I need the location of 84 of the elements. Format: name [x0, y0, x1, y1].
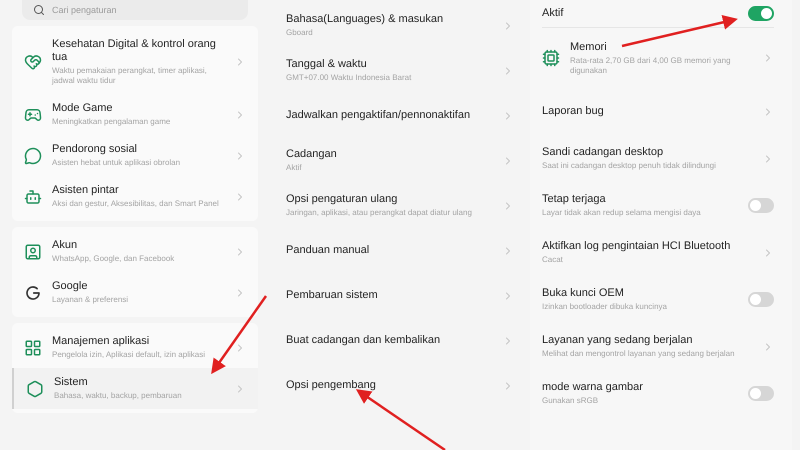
item-title: Akun: [52, 239, 78, 252]
settings-item[interactable]: Pendorong sosial Asisten hebat untuk aplikasi obrolan: [12, 135, 258, 176]
grid-icon: [24, 338, 42, 356]
item-title: Google: [52, 280, 88, 293]
item-subtitle: Cacat: [542, 255, 564, 265]
item-title: Memori: [570, 40, 608, 54]
toggle-switch[interactable]: [748, 6, 774, 21]
item-title: Manajemen aplikasi: [52, 335, 150, 348]
hexagon-icon: [26, 380, 44, 398]
item-title: Asisten pintar: [52, 184, 120, 197]
item-title: Kesehatan Digital & kontrol orang tua: [52, 38, 217, 64]
settings-item[interactable]: Panduan manual: [286, 228, 514, 273]
item-subtitle: Asisten hebat untuk aplikasi obrolan: [52, 158, 182, 168]
toggle-switch[interactable]: [748, 198, 774, 213]
settings-item[interactable]: mode warna gambar Gunakan sRGB: [542, 370, 774, 417]
item-title: mode warna gambar: [542, 381, 644, 394]
settings-item[interactable]: Layanan yang sedang berjalan Melihat dan mengontrol layanan yang sedang berjalan: [542, 323, 774, 370]
item-title: Buka kunci OEM: [542, 287, 625, 300]
settings-item[interactable]: Google Layanan & preferensi: [12, 272, 258, 313]
item-title: Aktif: [542, 6, 564, 22]
settings-item[interactable]: Manajemen aplikasi Pengelola izin, Aplikasi default, izin aplikasi: [12, 327, 258, 368]
item-title: Sandi cadangan desktop: [542, 146, 664, 159]
item-title: Pembaruan sistem: [286, 289, 379, 302]
item-title: Opsi pengembang: [286, 379, 377, 392]
item-subtitle: Meningkatkan pengalaman game: [52, 117, 172, 127]
item-title: Layanan yang sedang berjalan: [542, 334, 694, 347]
item-title: Opsi pengaturan ulang: [286, 193, 398, 206]
settings-item[interactable]: Opsi pengembang: [286, 363, 514, 408]
settings-item[interactable]: Tetap terjaga Layar tidak akan redup selama mengisi daya: [542, 182, 774, 229]
item-subtitle: Melihat dan mengontrol layanan yang sedang berjalan: [542, 349, 736, 359]
settings-item[interactable]: Akun WhatsApp, Google, dan Facebook: [12, 231, 258, 272]
toggle-switch[interactable]: [748, 292, 774, 307]
item-subtitle: Layar tidak akan redup selama mengisi daya: [542, 208, 702, 218]
item-title: Panduan manual: [286, 244, 370, 257]
settings-item[interactable]: Memori Rata-rata 2,70 GB dari 4,00 GB memori yang digunakan: [542, 28, 774, 88]
item-subtitle: WhatsApp, Google, dan Facebook: [52, 254, 176, 264]
item-title: Tanggal & waktu: [286, 58, 368, 71]
item-title: Aktifkan log pengintaian HCI Bluetooth: [542, 240, 732, 253]
item-title: Laporan bug: [542, 105, 605, 118]
settings-item[interactable]: Sistem Bahasa, waktu, backup, pembaruan: [12, 368, 258, 409]
settings-item[interactable]: Kesehatan Digital & kontrol orang tua Waktu pemakaian perangkat, timer aplikasi, jadwal waktu tidur: [12, 30, 258, 94]
item-title: Sistem: [54, 376, 89, 389]
health-icon: [24, 53, 42, 71]
settings-item[interactable]: Laporan bug: [542, 88, 774, 135]
item-subtitle: Saat ini cadangan desktop penuh tidak dilindungi: [542, 161, 717, 171]
settings-item[interactable]: Bahasa(Languages) & masukan Gboard: [286, 3, 514, 48]
item-title: Tetap terjaga: [542, 193, 607, 206]
item-subtitle: Pengelola izin, Aplikasi default, izin aplikasi: [52, 350, 206, 360]
item-subtitle: Layanan & preferensi: [52, 295, 130, 305]
item-subtitle: Izinkan bootloader dibuka kuncinya: [542, 302, 668, 312]
item-title: Pendorong sosial: [52, 143, 138, 156]
settings-item[interactable]: Mode Game Meningkatkan pengalaman game: [12, 94, 258, 135]
search-icon: [33, 4, 45, 16]
item-subtitle: Jaringan, aplikasi, atau perangkat dapat diatur ulang: [286, 208, 473, 218]
item-subtitle: Aktif: [286, 163, 303, 173]
item-subtitle: GMT+07.00 Waktu Indonesia Barat: [286, 73, 412, 83]
item-title: Cadangan: [286, 148, 338, 161]
search-field[interactable]: Cari pengaturan: [22, 0, 248, 20]
item-subtitle: Bahasa, waktu, backup, pembaruan: [54, 391, 183, 401]
settings-item[interactable]: Pembaruan sistem: [286, 273, 514, 318]
settings-item[interactable]: Jadwalkan pengaktifan/pennonaktifan: [286, 93, 514, 138]
item-title: Bahasa(Languages) & masukan: [286, 13, 444, 26]
settings-item[interactable]: Opsi pengaturan ulang Jaringan, aplikasi, atau perangkat dapat diatur ulang: [286, 183, 514, 228]
settings-item[interactable]: Aktifkan log pengintaian HCI Bluetooth Cacat: [542, 229, 774, 276]
toggle-switch[interactable]: [748, 386, 774, 401]
item-subtitle: Aksi dan gestur, Aksesibilitas, dan Smart Panel: [52, 199, 220, 209]
item-title: Mode Game: [52, 102, 114, 115]
chat-bubble-icon: [24, 146, 42, 164]
google-icon: [24, 284, 42, 302]
item-title: Buat cadangan dan kembalikan: [286, 334, 442, 347]
settings-item[interactable]: Sandi cadangan desktop Saat ini cadangan desktop penuh tidak dilindungi: [542, 135, 774, 182]
settings-item[interactable]: Buka kunci OEM Izinkan bootloader dibuka kuncinya: [542, 276, 774, 323]
item-subtitle: Gboard: [286, 28, 314, 38]
account-icon: [24, 242, 42, 260]
item-title: Jadwalkan pengaktifan/pennonaktifan: [286, 109, 472, 122]
settings-item[interactable]: Cadangan Aktif: [286, 138, 514, 183]
settings-item[interactable]: Buat cadangan dan kembalikan: [286, 318, 514, 363]
chip-icon: [542, 49, 560, 67]
robot-icon: [24, 188, 42, 206]
settings-item[interactable]: Tanggal & waktu GMT+07.00 Waktu Indonesia Barat: [286, 48, 514, 93]
settings-item[interactable]: Asisten pintar Aksi dan gestur, Aksesibilitas, dan Smart Panel: [12, 176, 258, 217]
item-subtitle: Waktu pemakaian perangkat, timer aplikasi, jadwal waktu tidur: [52, 66, 208, 86]
item-subtitle: Gunakan sRGB: [542, 396, 600, 406]
item-subtitle: Rata-rata 2,70 GB dari 4,00 GB memori yang digunakan: [570, 56, 732, 76]
